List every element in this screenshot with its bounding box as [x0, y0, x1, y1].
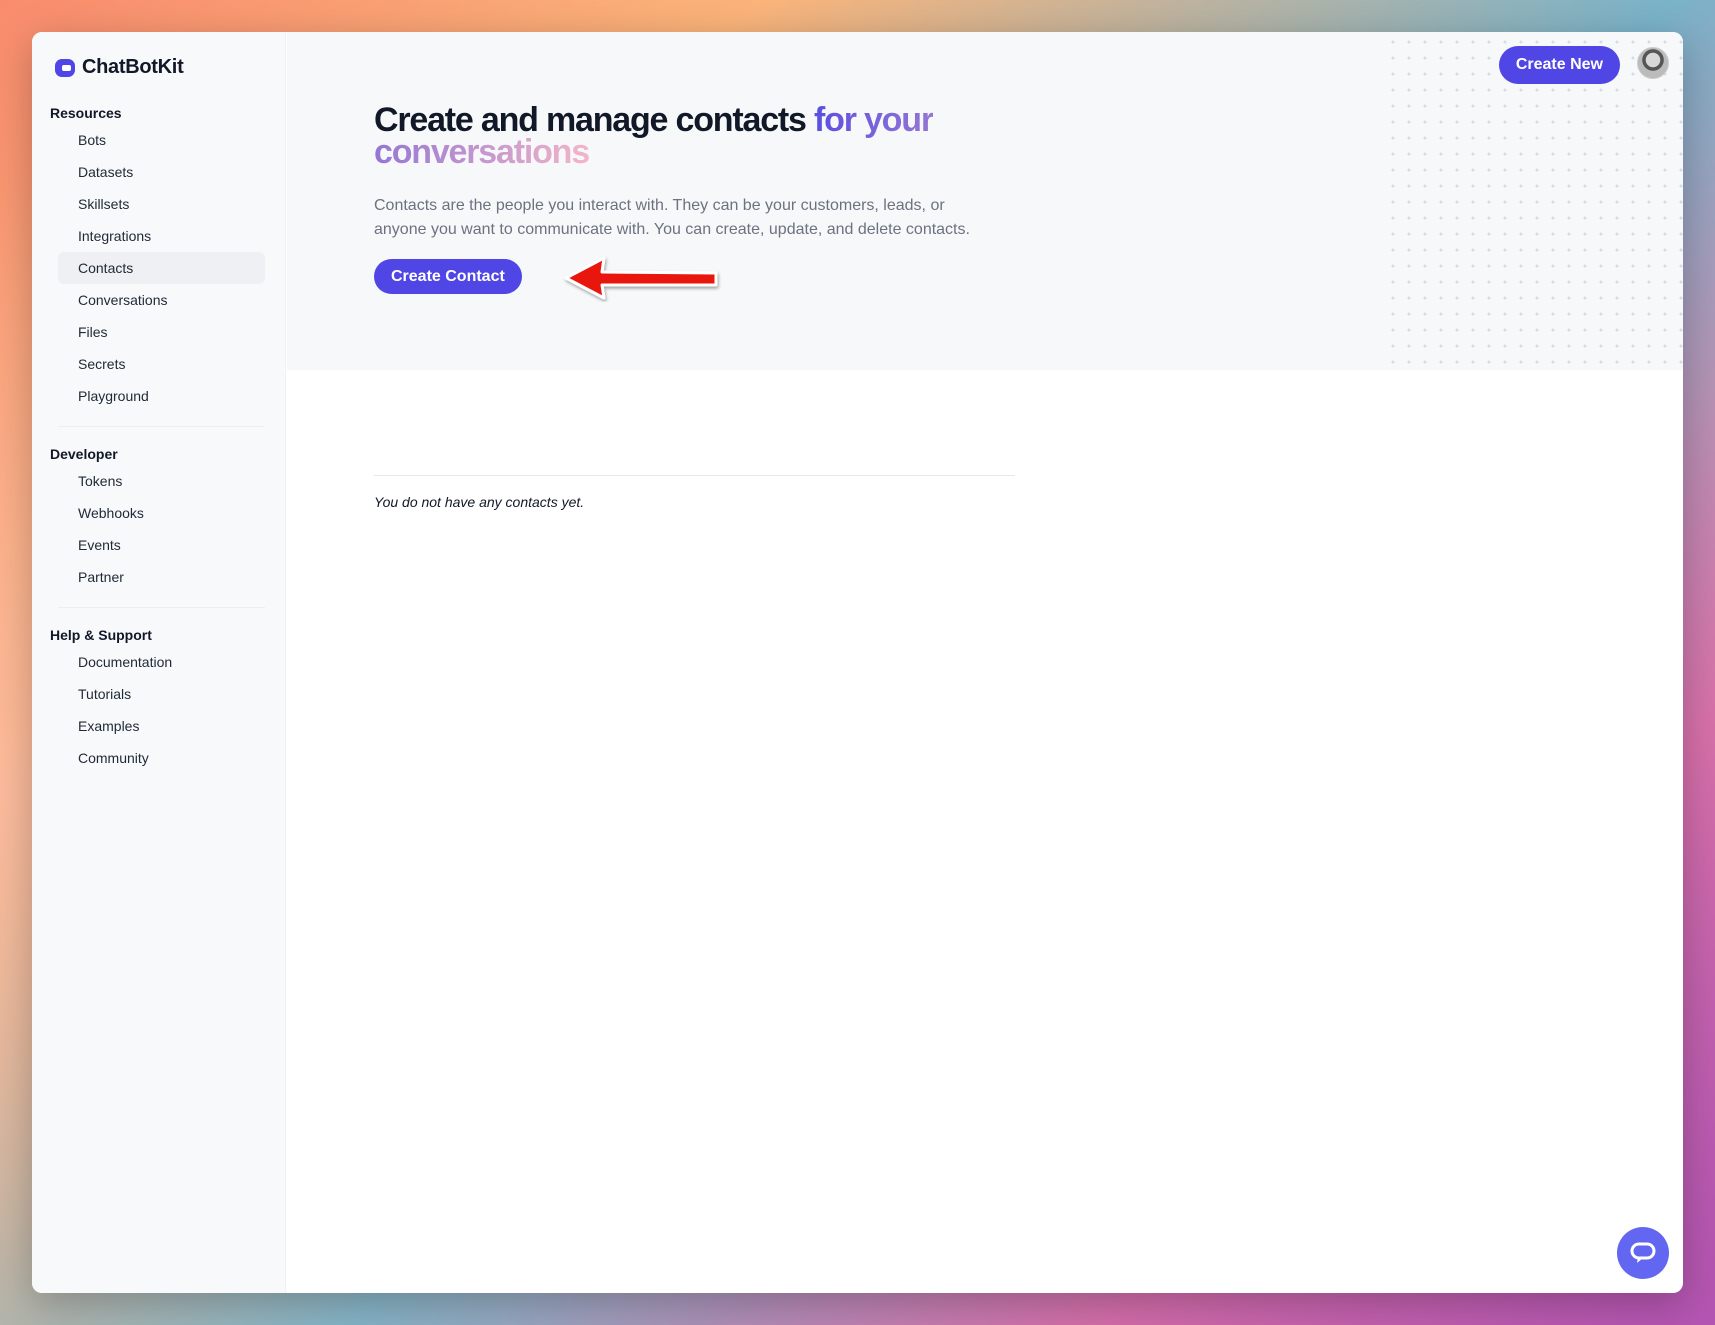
- create-new-button[interactable]: Create New: [1498, 46, 1620, 84]
- nav-group-help: Help & Support Documentation Tutorials E…: [50, 624, 270, 774]
- sidebar-item-tokens[interactable]: Tokens: [58, 465, 265, 497]
- sidebar-item-files[interactable]: Files: [58, 316, 265, 348]
- sidebar: ChatBotKit Resources Bots Datasets Skill…: [32, 32, 286, 1293]
- chatbotkit-logo-icon: [55, 58, 75, 77]
- nav-divider: [58, 426, 265, 427]
- nav-heading-developer: Developer: [50, 446, 118, 462]
- chat-widget-button[interactable]: [1617, 1227, 1669, 1279]
- brand-name: ChatBotKit: [82, 56, 184, 78]
- chat-bubble-icon: [1630, 1242, 1656, 1263]
- sidebar-item-bots[interactable]: Bots: [58, 124, 265, 156]
- sidebar-item-documentation[interactable]: Documentation: [58, 646, 265, 678]
- sidebar-item-partner[interactable]: Partner: [58, 561, 265, 593]
- app-window: ChatBotKit Resources Bots Datasets Skill…: [32, 32, 1683, 1293]
- sidebar-item-skillsets[interactable]: Skillsets: [58, 188, 265, 220]
- list-divider: [374, 475, 1015, 476]
- create-contact-button[interactable]: Create Contact: [374, 259, 522, 294]
- sidebar-item-tutorials[interactable]: Tutorials: [58, 678, 265, 710]
- page-description: Contacts are the people you interact wit…: [374, 197, 970, 238]
- nav-divider: [58, 607, 265, 608]
- empty-state-message: You do not have any contacts yet.: [374, 494, 585, 510]
- user-avatar[interactable]: [1637, 47, 1669, 79]
- sidebar-item-contacts[interactable]: Contacts: [58, 252, 265, 284]
- red-arrow-left-icon: [564, 256, 718, 300]
- sidebar-item-conversations[interactable]: Conversations: [58, 284, 265, 316]
- sidebar-item-datasets[interactable]: Datasets: [58, 156, 265, 188]
- sidebar-item-webhooks[interactable]: Webhooks: [58, 497, 265, 529]
- hero-section: Create New Create and manage contacts fo…: [287, 32, 1683, 370]
- nav-group-resources: Resources Bots Datasets Skillsets Integr…: [50, 102, 270, 427]
- sidebar-item-examples[interactable]: Examples: [58, 710, 265, 742]
- sidebar-item-playground[interactable]: Playground: [58, 380, 265, 412]
- logo[interactable]: ChatBotKit: [54, 56, 184, 79]
- sidebar-item-community[interactable]: Community: [58, 742, 265, 774]
- sidebar-item-integrations[interactable]: Integrations: [58, 220, 265, 252]
- sidebar-item-secrets[interactable]: Secrets: [58, 348, 265, 380]
- main-content: Create New Create and manage contacts fo…: [287, 32, 1683, 1293]
- nav-heading-resources: Resources: [50, 105, 122, 121]
- sidebar-item-events[interactable]: Events: [58, 529, 265, 561]
- nav-heading-help: Help & Support: [50, 627, 152, 643]
- page-title: Create and manage contacts for your conv…: [374, 103, 994, 169]
- nav-group-developer: Developer Tokens Webhooks Events Partner: [50, 443, 270, 608]
